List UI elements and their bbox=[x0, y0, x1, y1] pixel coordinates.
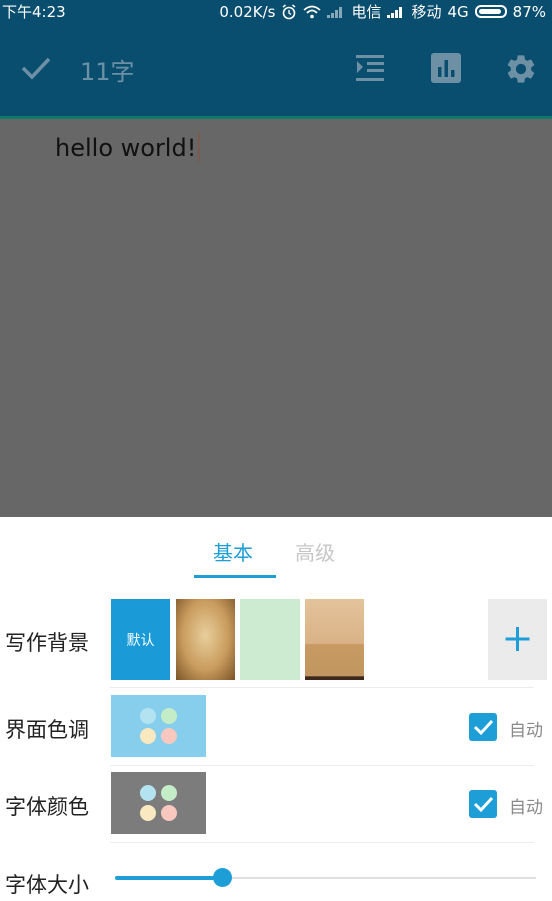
theme-auto-label: 自动 bbox=[509, 721, 543, 741]
battery-level: 87% bbox=[512, 2, 546, 21]
text-caret bbox=[198, 132, 201, 162]
signal-icon bbox=[387, 6, 405, 18]
font-color-auto-label: 自动 bbox=[509, 798, 543, 818]
network-type: 4G bbox=[447, 2, 469, 21]
editor-area[interactable]: hello world! bbox=[0, 119, 552, 517]
color-dot bbox=[161, 728, 177, 744]
tab-advanced[interactable]: 高级 bbox=[295, 537, 335, 566]
font-size-slider-handle[interactable] bbox=[213, 868, 232, 887]
font-color-box[interactable] bbox=[111, 772, 206, 834]
status-time: 下午4:23 bbox=[2, 3, 66, 21]
battery-icon bbox=[474, 5, 507, 18]
font-size-slider-fill bbox=[115, 876, 222, 880]
background-label: 写作背景 bbox=[5, 631, 89, 655]
color-dot bbox=[140, 708, 156, 724]
background-swatch-wood[interactable] bbox=[305, 599, 364, 680]
row-divider bbox=[110, 687, 534, 688]
status-right: 0.02K/s 电信 移动 4G 87% bbox=[219, 1, 546, 22]
background-swatch-default[interactable]: 默认 bbox=[111, 599, 170, 680]
theme-label: 界面色调 bbox=[5, 718, 89, 742]
signal-icon bbox=[327, 6, 345, 18]
color-dot bbox=[161, 708, 177, 724]
color-dot bbox=[161, 785, 177, 801]
status-bar: 下午4:23 0.02K/s 电信 移动 4G 87% bbox=[0, 0, 552, 22]
plus-icon bbox=[505, 627, 530, 651]
check-icon[interactable] bbox=[20, 54, 52, 82]
app-toolbar: 11字 bbox=[0, 22, 552, 119]
wifi-icon bbox=[303, 5, 322, 18]
network-speed: 0.02K/s bbox=[219, 2, 276, 21]
row-divider bbox=[110, 765, 534, 766]
background-swatch-green[interactable] bbox=[240, 599, 300, 680]
carrier-2: 移动 bbox=[411, 3, 442, 21]
carrier-1: 电信 bbox=[351, 3, 382, 21]
stats-icon[interactable] bbox=[430, 52, 462, 84]
font-color-auto-checkbox[interactable] bbox=[469, 790, 497, 818]
font-color-label: 字体颜色 bbox=[5, 795, 89, 819]
theme-color-box[interactable] bbox=[111, 695, 206, 757]
default-label: 默认 bbox=[126, 632, 155, 649]
add-background-button[interactable] bbox=[488, 599, 547, 680]
settings-panel: 基本 高级 写作背景 默认 界面色调 自动 字体颜色 自动 字体大小 bbox=[0, 517, 552, 901]
indent-icon[interactable] bbox=[354, 52, 386, 84]
color-dot bbox=[161, 805, 177, 821]
tab-indicator bbox=[194, 575, 276, 578]
alarm-icon bbox=[282, 3, 296, 19]
color-dot bbox=[140, 785, 156, 801]
theme-auto-checkbox[interactable] bbox=[469, 713, 497, 741]
color-dot bbox=[140, 805, 156, 821]
color-dot bbox=[140, 728, 156, 744]
tab-basic[interactable]: 基本 bbox=[213, 537, 253, 566]
settings-icon[interactable] bbox=[504, 52, 538, 86]
editor-text[interactable]: hello world! bbox=[55, 132, 201, 162]
font-size-slider-track[interactable] bbox=[222, 877, 536, 879]
char-count: 11字 bbox=[80, 58, 135, 86]
checkmark-icon bbox=[473, 796, 494, 813]
row-divider bbox=[110, 842, 534, 843]
background-swatch-paper[interactable] bbox=[176, 599, 235, 680]
font-size-label: 字体大小 bbox=[5, 873, 89, 897]
checkmark-icon bbox=[473, 719, 494, 736]
